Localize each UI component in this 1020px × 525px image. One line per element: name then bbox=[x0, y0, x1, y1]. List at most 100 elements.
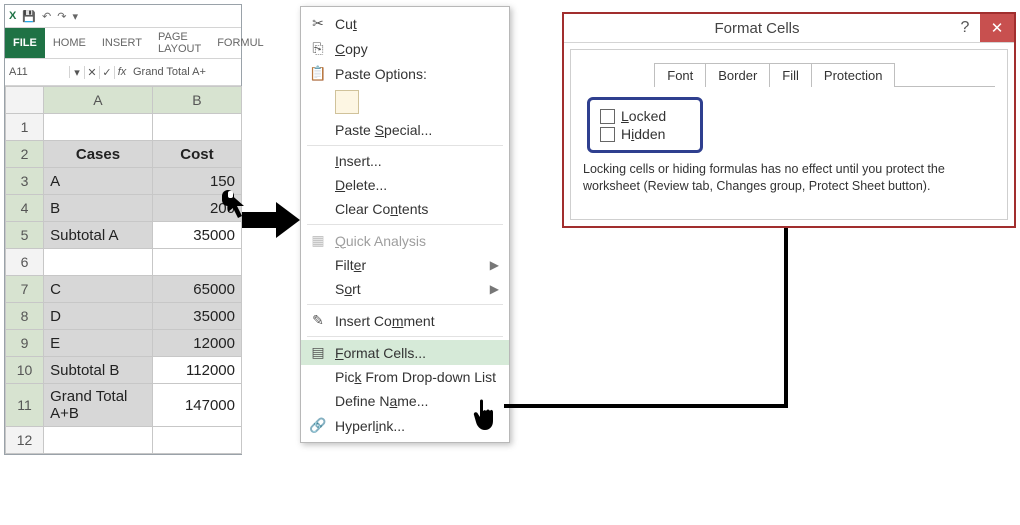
dialog-close-button[interactable]: ✕ bbox=[980, 14, 1014, 42]
comment-icon: ✎ bbox=[309, 312, 327, 329]
tab-home[interactable]: HOME bbox=[45, 28, 94, 58]
cell[interactable]: 147000 bbox=[152, 384, 241, 427]
dialog-titlebar: Format Cells ? ✕ bbox=[564, 14, 1014, 43]
menu-insert[interactable]: Insert... bbox=[301, 149, 509, 173]
cell[interactable]: 112000 bbox=[152, 357, 241, 384]
accept-formula-icon[interactable]: ✓ bbox=[100, 66, 115, 79]
menu-quick-analysis: ▦Quick Analysis bbox=[301, 228, 509, 253]
worksheet-grid: A B 1 2CasesCost 3A150 4B200 5Subtotal A… bbox=[5, 86, 242, 454]
checkbox-locked[interactable]: Locked bbox=[600, 108, 690, 124]
menu-filter[interactable]: Filter▶ bbox=[301, 253, 509, 277]
checkbox-hidden[interactable]: Hidden bbox=[600, 126, 690, 142]
cell[interactable] bbox=[152, 249, 241, 276]
connector-line bbox=[784, 196, 788, 408]
menu-copy[interactable]: ⎘Copy bbox=[301, 36, 509, 61]
row-header[interactable]: 7 bbox=[6, 276, 44, 303]
cell[interactable]: Grand Total A+B bbox=[44, 384, 153, 427]
row-header[interactable]: 6 bbox=[6, 249, 44, 276]
protection-checkboxes-highlight: Locked Hidden bbox=[587, 97, 703, 153]
cell[interactable]: Subtotal B bbox=[44, 357, 153, 384]
redo-icon[interactable]: ↷ bbox=[57, 10, 66, 23]
cancel-formula-icon[interactable]: ✕ bbox=[85, 66, 100, 79]
format-cells-icon: ▤ bbox=[309, 344, 327, 361]
tab-page-layout[interactable]: PAGE LAYOUT bbox=[150, 28, 209, 58]
dialog-tab-font[interactable]: Font bbox=[654, 63, 706, 87]
dialog-tab-hidden[interactable]: Number bbox=[583, 63, 655, 87]
cell[interactable] bbox=[44, 427, 153, 454]
row-header[interactable]: 2 bbox=[6, 141, 44, 168]
cell[interactable] bbox=[152, 114, 241, 141]
undo-icon[interactable]: ↶ bbox=[42, 10, 51, 23]
cut-icon: ✂ bbox=[309, 15, 327, 32]
cell[interactable] bbox=[44, 249, 153, 276]
menu-sort[interactable]: Sort▶ bbox=[301, 277, 509, 301]
dialog-tab-border[interactable]: Border bbox=[705, 63, 770, 87]
formula-bar[interactable]: Grand Total A+ bbox=[129, 66, 241, 78]
cell[interactable]: E bbox=[44, 330, 153, 357]
cell[interactable] bbox=[44, 114, 153, 141]
quick-access-toolbar: X 💾 ↶ ↷ ▾ bbox=[5, 5, 241, 28]
menu-paste-options: 📋Paste Options: bbox=[301, 61, 509, 86]
menu-delete[interactable]: Delete... bbox=[301, 173, 509, 197]
menu-separator bbox=[307, 145, 503, 146]
format-cells-dialog: Format Cells ? ✕ Number Font Border Fill… bbox=[562, 12, 1016, 228]
cell[interactable]: 65000 bbox=[152, 276, 241, 303]
excel-icon: X bbox=[9, 10, 16, 22]
cell[interactable]: 12000 bbox=[152, 330, 241, 357]
hyperlink-icon: 🔗 bbox=[309, 417, 327, 434]
quick-analysis-icon: ▦ bbox=[309, 232, 327, 249]
submenu-arrow-icon: ▶ bbox=[490, 282, 499, 296]
paste-option-buttons[interactable] bbox=[301, 86, 509, 118]
pointer-hand-icon bbox=[470, 397, 500, 433]
save-icon[interactable]: 💾 bbox=[22, 10, 36, 23]
row-header[interactable]: 4 bbox=[6, 195, 44, 222]
dialog-tab-protection[interactable]: Protection bbox=[811, 63, 896, 87]
qat-dropdown-icon[interactable]: ▾ bbox=[72, 10, 78, 23]
name-box-dropdown-icon[interactable]: ▾ bbox=[70, 66, 85, 79]
fx-icon[interactable]: fx bbox=[115, 66, 129, 78]
menu-cut[interactable]: ✂Cut bbox=[301, 11, 509, 36]
protection-note: Locking cells or hiding formulas has no … bbox=[583, 161, 995, 195]
arrow-icon bbox=[242, 200, 302, 240]
menu-separator bbox=[307, 336, 503, 337]
menu-insert-comment[interactable]: ✎Insert Comment bbox=[301, 308, 509, 333]
dialog-tab-fill[interactable]: Fill bbox=[769, 63, 812, 87]
checkbox-icon bbox=[600, 127, 615, 142]
row-header[interactable]: 12 bbox=[6, 427, 44, 454]
row-header[interactable]: 3 bbox=[6, 168, 44, 195]
context-menu: ✂Cut ⎘Copy 📋Paste Options: Paste Special… bbox=[300, 6, 510, 443]
cell-header-cost[interactable]: Cost bbox=[152, 141, 241, 168]
row-header[interactable]: 11 bbox=[6, 384, 44, 427]
row-header[interactable]: 8 bbox=[6, 303, 44, 330]
menu-separator bbox=[307, 224, 503, 225]
menu-separator bbox=[307, 304, 503, 305]
column-header-b[interactable]: B bbox=[152, 87, 241, 114]
cell[interactable] bbox=[152, 427, 241, 454]
menu-clear-contents[interactable]: Clear Contents bbox=[301, 197, 509, 221]
ribbon-tabs: FILE HOME INSERT PAGE LAYOUT FORMUL bbox=[5, 28, 241, 58]
menu-paste-special[interactable]: Paste Special... bbox=[301, 118, 509, 142]
menu-pick-from-list[interactable]: Pick From Drop-down List bbox=[301, 365, 509, 389]
column-header-a[interactable]: A bbox=[44, 87, 153, 114]
select-all-corner[interactable] bbox=[6, 87, 44, 114]
cell[interactable]: 35000 bbox=[152, 303, 241, 330]
cell[interactable]: B bbox=[44, 195, 153, 222]
dialog-help-button[interactable]: ? bbox=[950, 19, 980, 37]
row-header[interactable]: 5 bbox=[6, 222, 44, 249]
cell[interactable]: C bbox=[44, 276, 153, 303]
tab-insert[interactable]: INSERT bbox=[94, 28, 150, 58]
paste-option-icon[interactable] bbox=[335, 90, 359, 114]
row-header[interactable]: 1 bbox=[6, 114, 44, 141]
cell[interactable]: A bbox=[44, 168, 153, 195]
row-header[interactable]: 10 bbox=[6, 357, 44, 384]
name-box[interactable]: A11 bbox=[5, 66, 70, 78]
tab-file[interactable]: FILE bbox=[5, 28, 45, 58]
copy-icon: ⎘ bbox=[309, 40, 327, 57]
row-header[interactable]: 9 bbox=[6, 330, 44, 357]
cell[interactable]: Subtotal A bbox=[44, 222, 153, 249]
tab-formulas[interactable]: FORMUL bbox=[209, 28, 271, 58]
cell-header-cases[interactable]: Cases bbox=[44, 141, 153, 168]
cell[interactable]: D bbox=[44, 303, 153, 330]
menu-format-cells[interactable]: ▤Format Cells... bbox=[301, 340, 509, 365]
checkbox-icon bbox=[600, 109, 615, 124]
